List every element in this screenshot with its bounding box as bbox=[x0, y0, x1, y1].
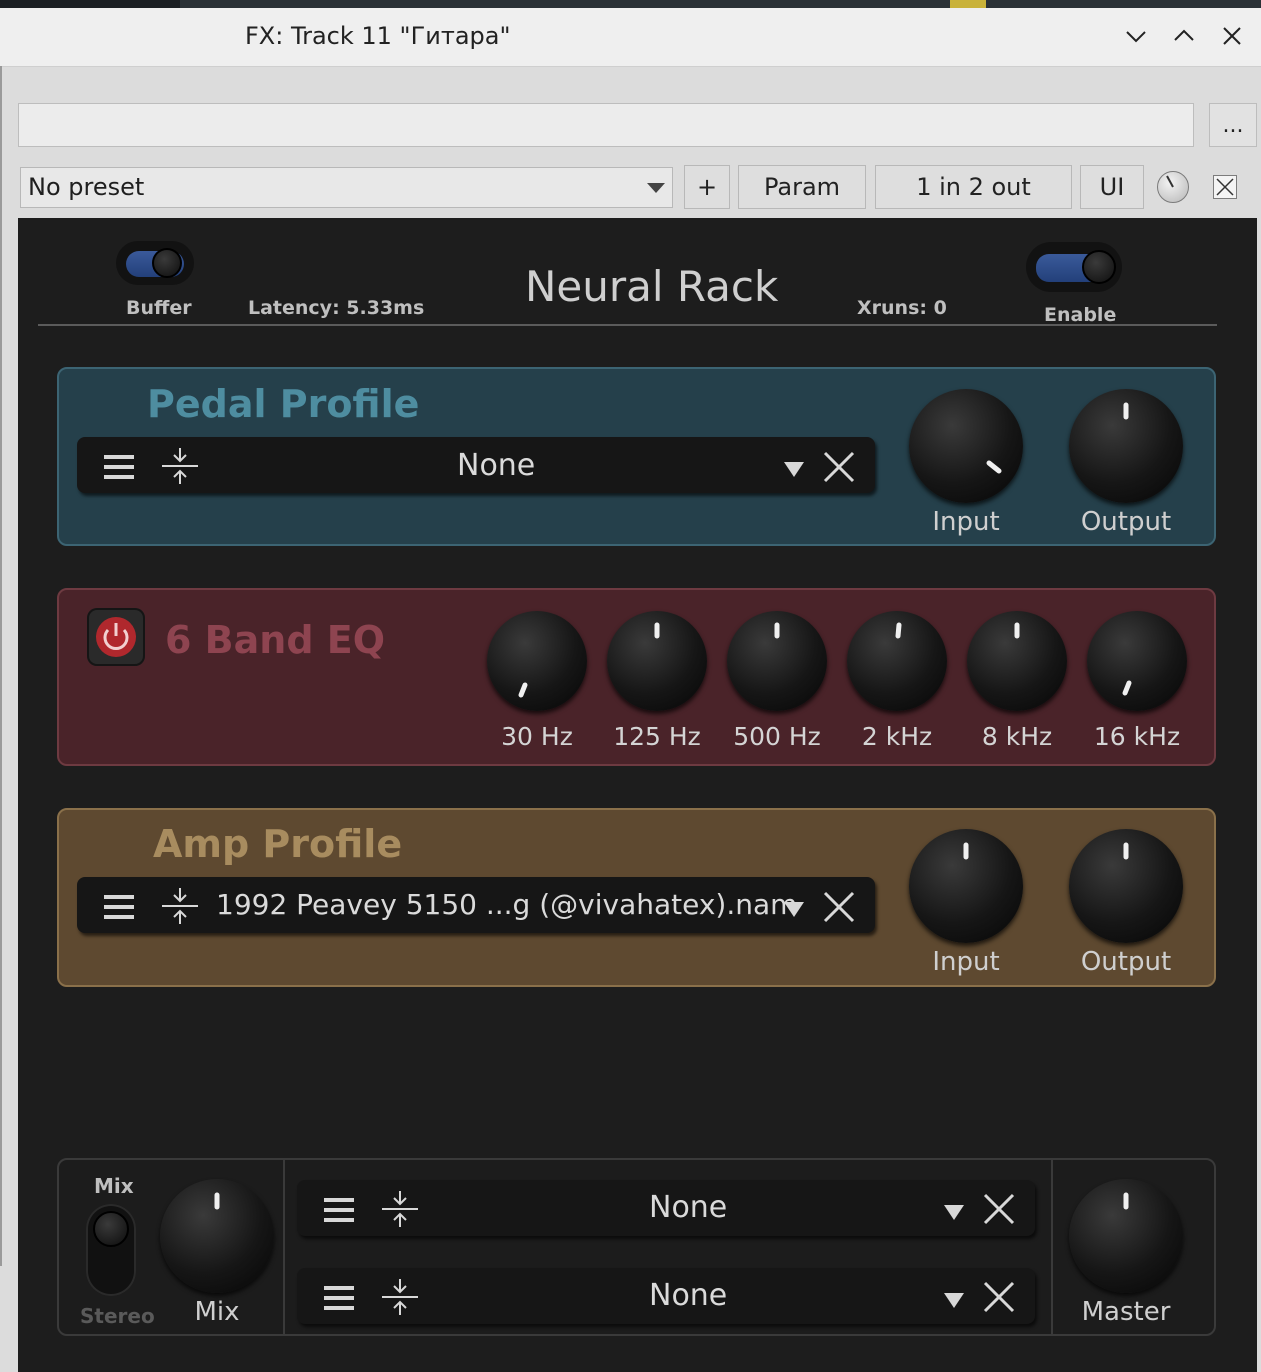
amp-model-name: 1992 Peavey 5150 ...g (@vivahatex).nam bbox=[216, 888, 798, 921]
pedal-input-knob[interactable] bbox=[909, 389, 1023, 503]
x-icon bbox=[1216, 178, 1234, 196]
ir2-name: None bbox=[649, 1278, 728, 1313]
preset-value: No preset bbox=[28, 173, 145, 201]
ui-button[interactable]: UI bbox=[1080, 165, 1144, 209]
dropdown-arrow-icon bbox=[647, 183, 665, 193]
add-preset-button[interactable]: + bbox=[684, 165, 730, 209]
enable-toggle[interactable] bbox=[1026, 242, 1122, 292]
normalize-icon[interactable] bbox=[160, 886, 200, 926]
knob-pointer-icon bbox=[1123, 402, 1129, 420]
desktop-strip bbox=[0, 0, 1261, 8]
knob-pointer-icon bbox=[518, 682, 528, 698]
maximize-button[interactable] bbox=[1168, 20, 1200, 52]
chevron-down-icon bbox=[1126, 31, 1146, 43]
eq-band-500hz-knob[interactable] bbox=[727, 611, 827, 711]
close-button[interactable] bbox=[1216, 20, 1248, 52]
chevron-up-icon bbox=[1174, 29, 1194, 41]
master-label: Master bbox=[1081, 1297, 1171, 1327]
eq-band-16khz-knob[interactable] bbox=[1087, 611, 1187, 711]
normalize-icon[interactable] bbox=[160, 446, 200, 486]
clear-icon[interactable] bbox=[982, 1192, 1016, 1226]
eq-band-label: 16 kHz bbox=[1093, 722, 1181, 751]
mix-stereo-switch[interactable] bbox=[86, 1204, 136, 1296]
amp-output-label: Output bbox=[1080, 947, 1172, 977]
dropdown-arrow-icon[interactable] bbox=[943, 1291, 965, 1309]
io-button[interactable]: 1 in 2 out bbox=[875, 165, 1072, 209]
eq-title: 6 Band EQ bbox=[165, 618, 386, 662]
pedal-output-knob[interactable] bbox=[1069, 389, 1183, 503]
close-icon bbox=[1223, 27, 1241, 45]
pedal-profile-title: Pedal Profile bbox=[147, 382, 420, 426]
knob-pointer-icon bbox=[1014, 622, 1020, 639]
amp-input-knob[interactable] bbox=[909, 829, 1023, 943]
window-title: FX: Track 11 "Гитара" bbox=[245, 22, 511, 50]
clear-icon[interactable] bbox=[822, 890, 856, 924]
eq-band-label: 2 kHz bbox=[861, 722, 933, 751]
window-border bbox=[0, 66, 2, 1266]
minimize-button[interactable] bbox=[1120, 20, 1152, 52]
menu-icon[interactable] bbox=[104, 452, 136, 482]
mix-mode-label: Mix bbox=[94, 1174, 134, 1198]
eq-band-label: 8 kHz bbox=[981, 722, 1053, 751]
menu-icon[interactable] bbox=[324, 1283, 356, 1313]
param-button[interactable]: Param bbox=[738, 165, 866, 209]
eq-band-125hz-knob[interactable] bbox=[607, 611, 707, 711]
knob-pointer-icon bbox=[895, 622, 902, 639]
wet-knob[interactable] bbox=[1157, 171, 1189, 203]
dropdown-arrow-icon[interactable] bbox=[783, 900, 805, 918]
header-divider bbox=[38, 324, 1217, 326]
power-icon bbox=[96, 617, 136, 657]
dropdown-arrow-icon[interactable] bbox=[783, 460, 805, 478]
eq-band-label: 30 Hz bbox=[501, 722, 573, 751]
xruns-readout: Xruns: 0 bbox=[857, 297, 947, 319]
stereo-mode-label: Stereo bbox=[80, 1304, 155, 1328]
master-knob[interactable] bbox=[1069, 1179, 1183, 1293]
pedal-input-label: Input bbox=[932, 507, 1000, 537]
knob-pointer-icon bbox=[986, 460, 1002, 474]
amp-output-knob[interactable] bbox=[1069, 829, 1183, 943]
eq-power-button[interactable] bbox=[87, 608, 145, 666]
more-button[interactable]: ... bbox=[1209, 103, 1257, 147]
pedal-model-name: None bbox=[457, 448, 536, 483]
latency-readout: Latency: 5.33ms bbox=[248, 297, 425, 319]
menu-icon[interactable] bbox=[324, 1195, 356, 1225]
buffer-label: Buffer bbox=[126, 297, 192, 319]
knob-pointer-icon bbox=[963, 842, 969, 860]
knob-pointer-icon bbox=[1123, 1192, 1129, 1210]
eq-band-30hz-knob[interactable] bbox=[487, 611, 587, 711]
normalize-icon[interactable] bbox=[380, 1277, 420, 1317]
knob-indicator-icon bbox=[1166, 175, 1174, 188]
normalize-icon[interactable] bbox=[380, 1189, 420, 1229]
enable-label: Enable bbox=[1044, 304, 1117, 326]
eq-band-label: 125 Hz bbox=[613, 722, 701, 751]
clear-icon[interactable] bbox=[822, 450, 856, 484]
amp-input-label: Input bbox=[932, 947, 1000, 977]
pedal-output-label: Output bbox=[1080, 507, 1172, 537]
plugin-title: Neural Rack bbox=[525, 262, 779, 311]
knob-pointer-icon bbox=[1122, 680, 1132, 696]
eq-band-2khz-knob[interactable] bbox=[847, 611, 947, 711]
buffer-toggle[interactable] bbox=[116, 241, 194, 285]
amp-profile-title: Amp Profile bbox=[153, 822, 403, 866]
mix-knob[interactable] bbox=[160, 1179, 274, 1293]
knob-pointer-icon bbox=[214, 1192, 220, 1210]
dropdown-arrow-icon[interactable] bbox=[943, 1203, 965, 1221]
menu-icon[interactable] bbox=[104, 892, 136, 922]
bypass-checkbox[interactable] bbox=[1213, 175, 1237, 199]
knob-pointer-icon bbox=[1123, 842, 1129, 860]
fx-chain-field[interactable] bbox=[18, 103, 1194, 147]
mix-knob-label: Mix bbox=[194, 1297, 240, 1327]
ir1-name: None bbox=[649, 1190, 728, 1225]
window-titlebar bbox=[0, 8, 1261, 67]
knob-pointer-icon bbox=[654, 622, 660, 639]
eq-band-label: 500 Hz bbox=[733, 722, 821, 751]
knob-pointer-icon bbox=[774, 622, 780, 639]
eq-band-8khz-knob[interactable] bbox=[967, 611, 1067, 711]
clear-icon[interactable] bbox=[982, 1280, 1016, 1314]
